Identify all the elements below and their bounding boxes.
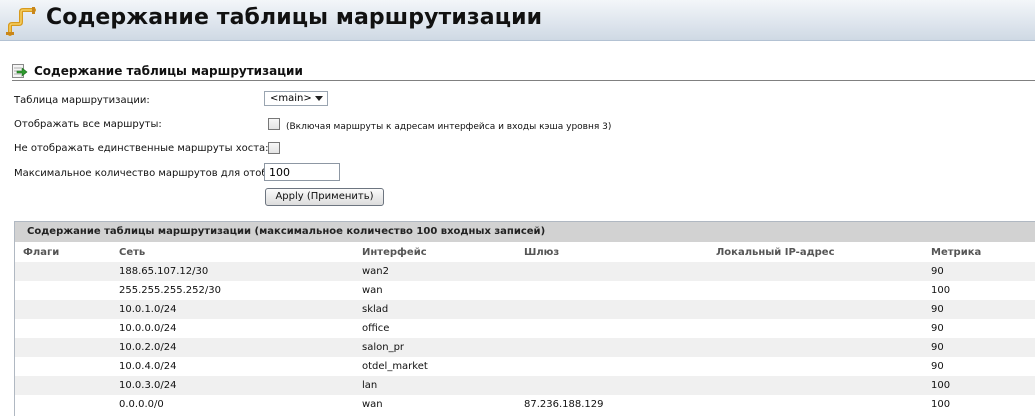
cell-interface: sklad xyxy=(362,304,389,315)
cell-interface: wan2 xyxy=(362,266,390,277)
table-row: 255.255.255.252/30 wan 100 xyxy=(15,281,1035,300)
cell-metric: 90 xyxy=(931,361,944,372)
routes-table: Содержание таблицы маршрутизации (максим… xyxy=(14,221,1035,416)
page-title: Содержание таблицы маршрутизации xyxy=(46,5,543,30)
chevron-down-icon xyxy=(315,96,323,101)
max-routes-input[interactable] xyxy=(264,163,340,181)
col-header-gateway: Шлюз xyxy=(524,247,560,258)
table-row: 10.0.0.0/24 office 90 xyxy=(15,319,1035,338)
cell-metric: 100 xyxy=(931,380,951,391)
cell-network: 10.0.3.0/24 xyxy=(119,380,177,391)
table-header-row: Флаги Сеть Интерфейс Шлюз Локальный IP-а… xyxy=(15,242,1035,262)
cell-interface: office xyxy=(362,323,390,334)
hide-host-routes-checkbox[interactable] xyxy=(268,142,280,154)
table-row: 188.65.107.12/30 wan2 90 xyxy=(15,262,1035,281)
cell-network: 255.255.255.252/30 xyxy=(119,285,221,296)
cell-network: 10.0.2.0/24 xyxy=(119,342,177,353)
green-arrow-icon xyxy=(12,64,28,78)
table-row: 10.0.1.0/24 sklad 90 xyxy=(15,300,1035,319)
cell-interface: salon_pr xyxy=(362,342,405,353)
show-all-routes-checkbox[interactable] xyxy=(268,118,280,130)
cell-network: 10.0.0.0/24 xyxy=(119,323,177,334)
cell-network: 10.0.1.0/24 xyxy=(119,304,177,315)
routing-table-label: Таблица маршрутизации: xyxy=(14,95,150,106)
apply-button[interactable]: Apply (Применить) xyxy=(265,188,384,206)
cell-metric: 90 xyxy=(931,266,944,277)
table-row: 0.0.0.0/0 wan 87.236.188.129 100 xyxy=(15,395,1035,414)
cell-network: 0.0.0.0/0 xyxy=(119,399,164,410)
routing-table-select[interactable]: <main> xyxy=(264,91,328,106)
page-header: Содержание таблицы маршрутизации xyxy=(0,0,1035,41)
cell-gateway: 87.236.188.129 xyxy=(524,399,604,410)
col-header-flags: Флаги xyxy=(23,247,60,258)
routing-pipe-icon xyxy=(6,7,36,36)
col-header-network: Сеть xyxy=(119,247,146,258)
col-header-metric: Метрика xyxy=(931,247,982,258)
cell-interface: wan xyxy=(362,285,383,296)
cell-interface: otdel_market xyxy=(362,361,428,372)
col-header-interface: Интерфейс xyxy=(362,247,427,258)
cell-metric: 90 xyxy=(931,342,944,353)
show-all-routes-label: Отображать все маршруты: xyxy=(14,119,162,130)
cell-interface: lan xyxy=(362,380,378,391)
col-header-local-ip: Локальный IP-адрес xyxy=(716,247,835,258)
cell-metric: 90 xyxy=(931,323,944,334)
table-row: 10.0.2.0/24 salon_pr 90 xyxy=(15,338,1035,357)
table-row: 10.0.4.0/24 otdel_market 90 xyxy=(15,357,1035,376)
cell-metric: 100 xyxy=(931,399,951,410)
section-header: Содержание таблицы маршрутизации xyxy=(12,62,1035,81)
table-row: 10.0.3.0/24 lan 100 xyxy=(15,376,1035,395)
cell-network: 10.0.4.0/24 xyxy=(119,361,177,372)
cell-interface: wan xyxy=(362,399,383,410)
cell-metric: 90 xyxy=(931,304,944,315)
table-title-bar: Содержание таблицы маршрутизации (максим… xyxy=(15,222,1035,243)
routing-table-select-value: <main> xyxy=(270,93,312,104)
section-title: Содержание таблицы маршрутизации xyxy=(34,64,303,78)
cell-network: 188.65.107.12/30 xyxy=(119,266,209,277)
show-all-routes-hint: (Включая маршруты к адресам интерфейса и… xyxy=(286,122,612,132)
hide-host-routes-label: Не отображать единственные маршруты хост… xyxy=(14,143,269,154)
table-title: Содержание таблицы маршрутизации (максим… xyxy=(27,226,546,237)
cell-metric: 100 xyxy=(931,285,951,296)
